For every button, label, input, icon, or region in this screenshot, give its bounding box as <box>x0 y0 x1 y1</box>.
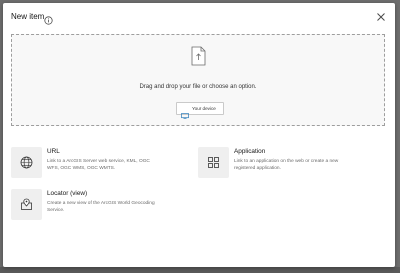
globe-icon <box>20 156 33 169</box>
dropzone-instructions: Drag and drop your file or choose an opt… <box>139 84 257 90</box>
your-device-label: Your device <box>192 106 216 111</box>
file-upload-icon <box>191 46 206 66</box>
option-application-description: Link to an application on the web or cre… <box>234 159 339 171</box>
option-url-description: Link to a ArcGIS Server web service, KML… <box>47 159 150 171</box>
locator-icon <box>21 198 32 210</box>
option-locator-description: Create a new view of the ArcGIS World Ge… <box>47 201 155 213</box>
option-url-title: URL <box>47 148 60 155</box>
dialog-title: New item <box>11 12 45 21</box>
dialog-header: New item <box>3 3 395 30</box>
option-application[interactable]: Application Link to an application on th… <box>198 147 378 183</box>
info-icon[interactable] <box>44 12 53 25</box>
your-device-button[interactable]: Your device <box>176 102 224 119</box>
close-icon[interactable] <box>375 10 387 22</box>
new-item-dialog: New item Drag and drop your file or choo… <box>3 3 395 267</box>
option-locator-icon-box <box>11 189 42 220</box>
option-application-icon-box <box>198 147 229 178</box>
modal-backdrop <box>0 267 400 273</box>
option-locator-view[interactable]: Locator (view) Create a new view of the … <box>11 189 181 225</box>
device-icon <box>181 106 189 119</box>
apps-grid-icon <box>208 157 219 168</box>
option-url-icon-box <box>11 147 42 178</box>
option-url[interactable]: URL Link to a ArcGIS Server web service,… <box>11 147 181 183</box>
file-dropzone[interactable]: Drag and drop your file or choose an opt… <box>11 34 385 126</box>
option-locator-title: Locator (view) <box>47 190 88 197</box>
option-application-title: Application <box>234 148 266 155</box>
